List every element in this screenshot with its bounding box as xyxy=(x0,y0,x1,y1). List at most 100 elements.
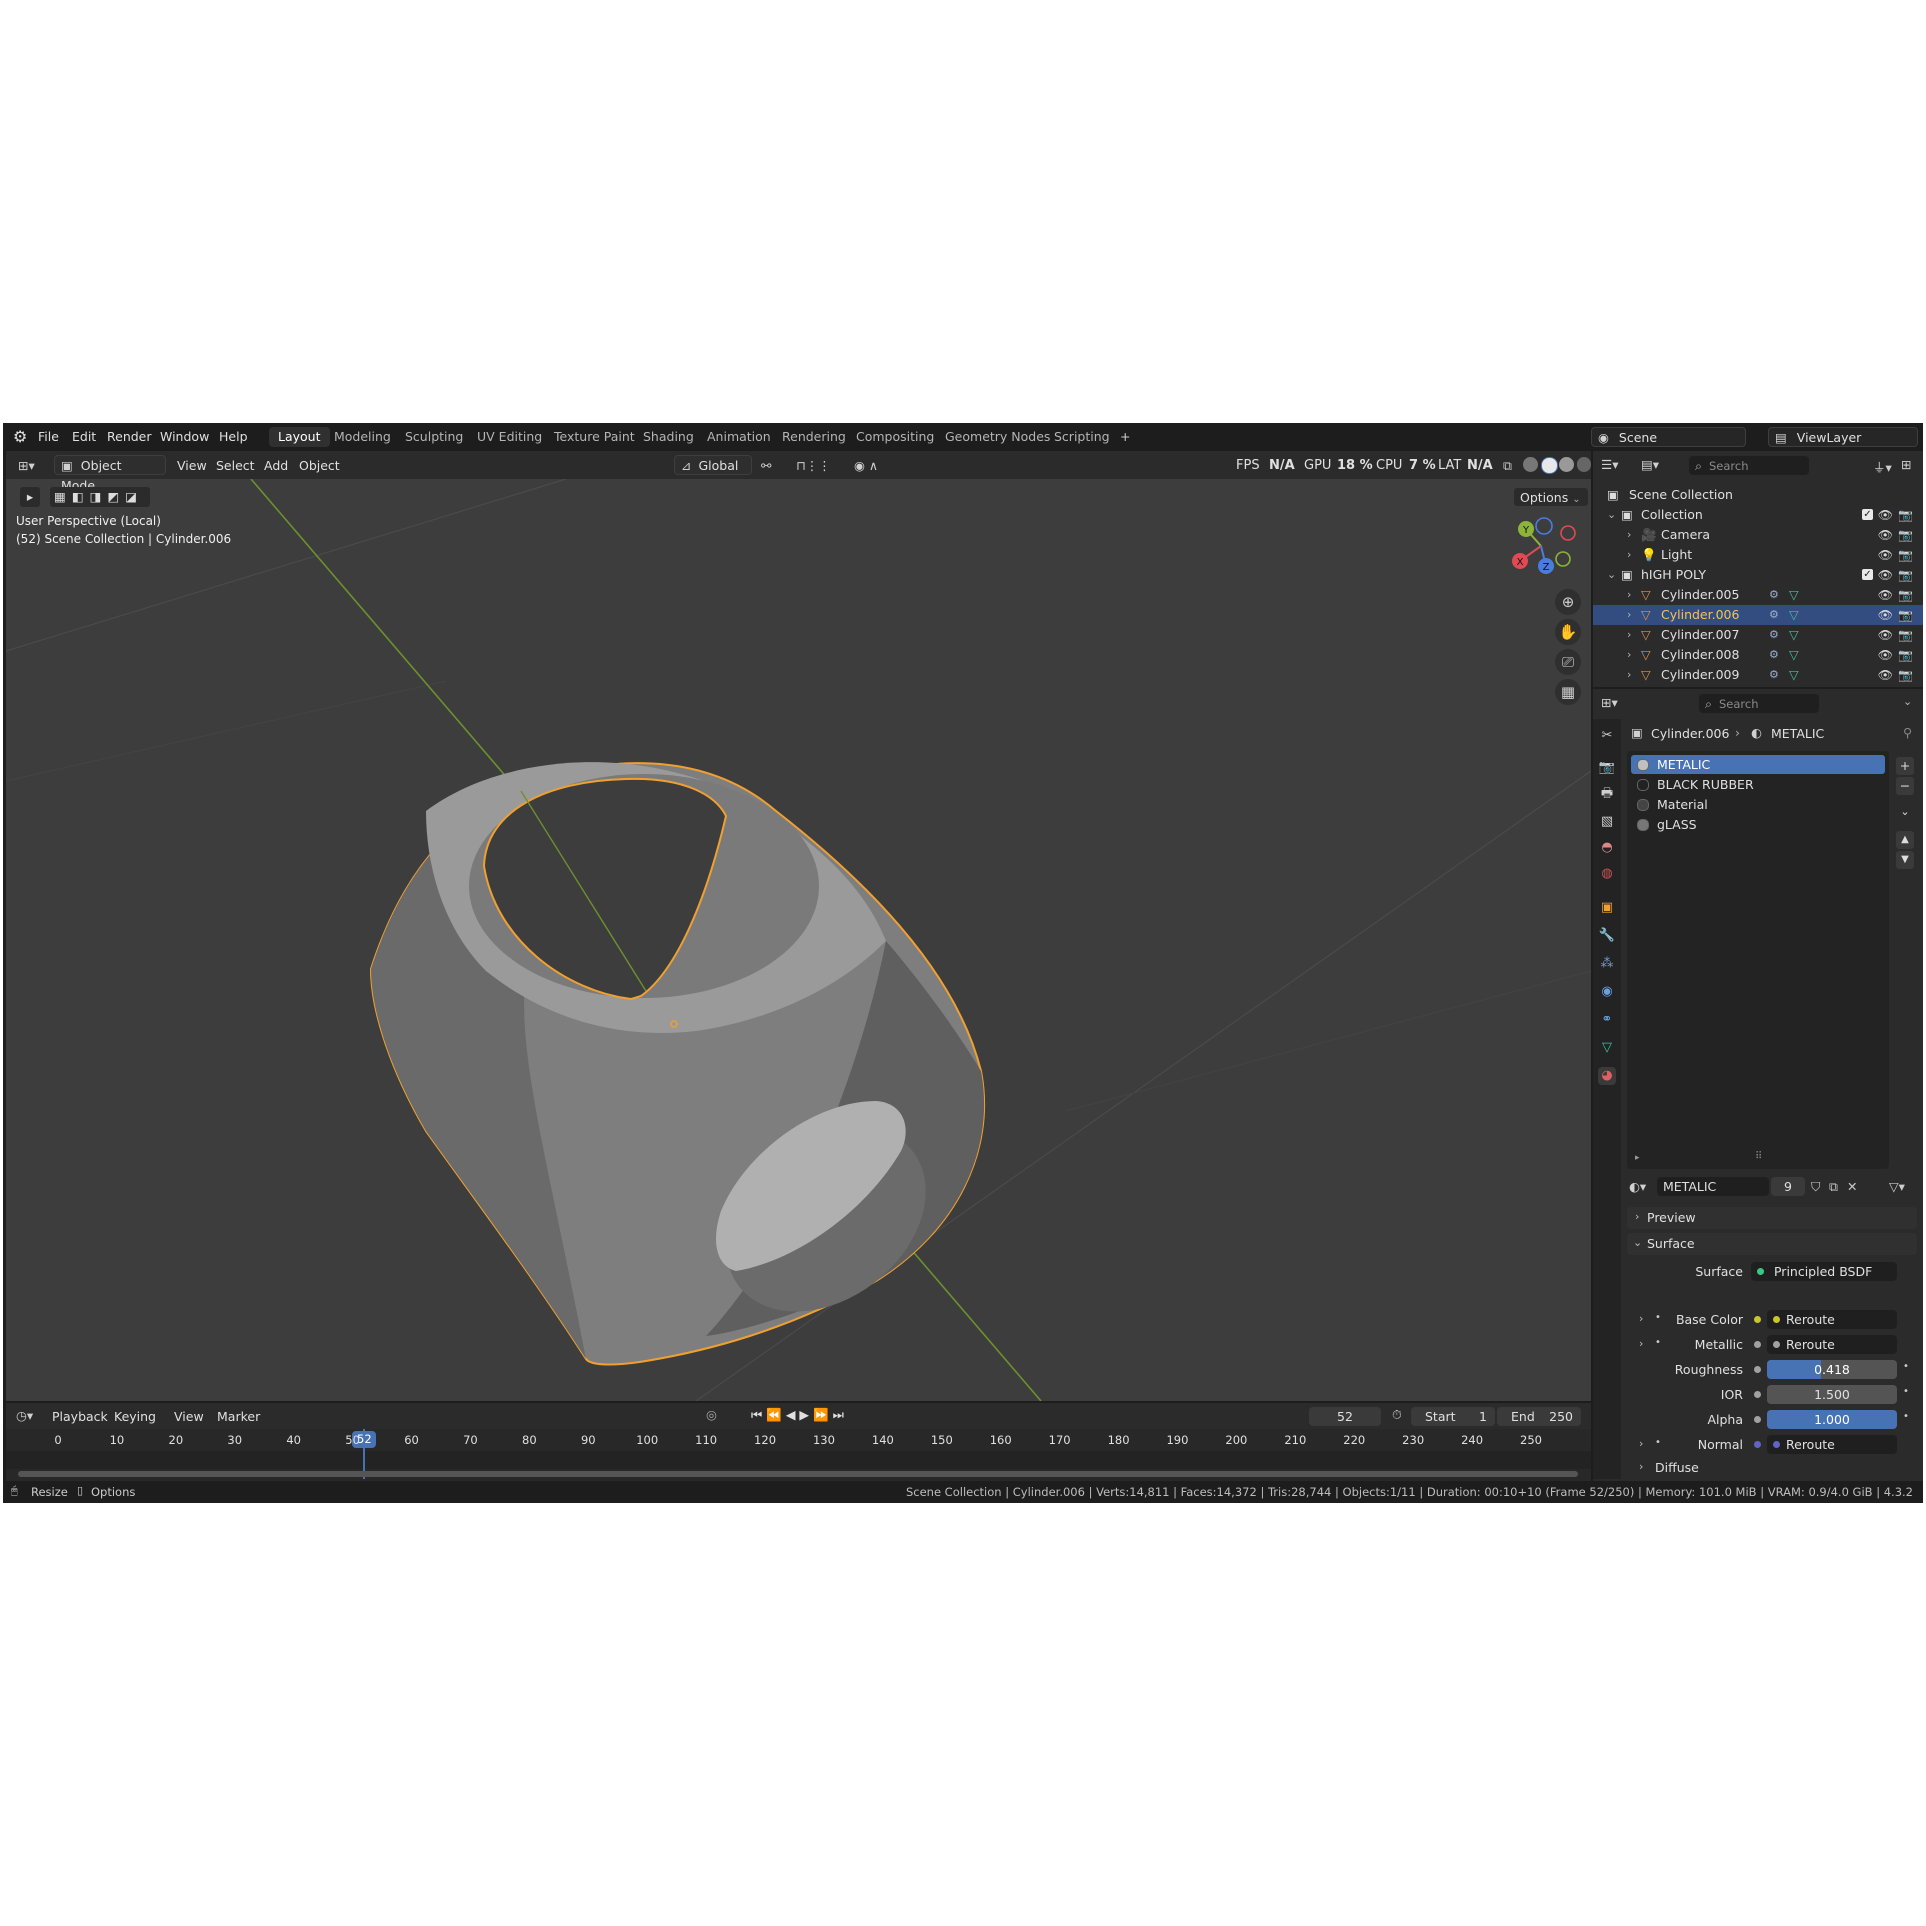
playback-controls-icons[interactable]: ⏮⏪◀▶⏩⏭ xyxy=(751,1407,848,1423)
menu-timeline-view[interactable]: View xyxy=(174,1409,204,1424)
start-frame-field[interactable]: Start 1 xyxy=(1411,1407,1495,1426)
tab-compositing[interactable]: Compositing xyxy=(847,427,943,447)
render-visibility-icon[interactable]: 📷 xyxy=(1898,625,1913,645)
render-visibility-icon[interactable]: 📷 xyxy=(1898,645,1913,665)
menu-add[interactable]: Add xyxy=(264,458,288,473)
tab-animation[interactable]: Animation xyxy=(698,427,780,447)
properties-search-input[interactable]: ⌕ Search xyxy=(1699,694,1819,713)
material-slot[interactable]: BLACK RUBBER xyxy=(1631,775,1885,794)
chevron-right-icon[interactable]: › xyxy=(1627,605,1631,625)
outliner-row-cylinder-008[interactable]: › ▽ Cylinder.008 ⚙ ▽ 👁 📷 xyxy=(1593,645,1923,665)
expand-arrow-icon[interactable]: ▸ xyxy=(1635,1153,1640,1163)
exclude-checkbox[interactable]: ✓ xyxy=(1862,509,1873,520)
menu-view[interactable]: View xyxy=(177,458,207,473)
outliner-row-cylinder-006[interactable]: › ▽ Cylinder.006 ⚙ ▽ 👁 📷 xyxy=(1593,605,1923,625)
3d-viewport[interactable]: ⊞▾ ▣ Object Mode ⌄ View Select Add Objec… xyxy=(6,451,1591,1401)
timeline-scrollbar[interactable] xyxy=(18,1471,1578,1477)
menu-playback[interactable]: Playback xyxy=(52,1409,108,1424)
tab-rendering[interactable]: Rendering xyxy=(773,427,855,447)
input-socket-icon[interactable] xyxy=(1754,1441,1761,1448)
keyframe-dot-icon[interactable]: • xyxy=(1903,1361,1909,1372)
chevron-right-icon[interactable]: › xyxy=(1627,585,1631,605)
keyframe-dot-icon[interactable]: • xyxy=(1903,1386,1909,1397)
preview-panel-header[interactable]: › Preview xyxy=(1627,1207,1917,1229)
current-frame-field[interactable]: 52 xyxy=(1309,1407,1381,1426)
outliner-row-high-poly[interactable]: ⌄ ▣ hIGH POLY ✓ 👁 📷 xyxy=(1593,565,1923,585)
ortho-grid-icon[interactable]: ▦ xyxy=(1555,679,1581,705)
modifier-tab-icon[interactable]: 🔧 xyxy=(1598,927,1616,945)
mesh-data-icon[interactable]: ▽ xyxy=(1789,665,1799,685)
menu-render[interactable]: Render xyxy=(107,429,152,444)
menu-select[interactable]: Select xyxy=(216,458,255,473)
mesh-data-icon[interactable]: ▽ xyxy=(1789,625,1799,645)
particles-tab-icon[interactable]: ⁂ xyxy=(1598,955,1616,973)
render-visibility-icon[interactable]: 📷 xyxy=(1898,665,1913,685)
pivot-icon[interactable]: ⚯ xyxy=(761,458,771,473)
viewlayer-selector[interactable]: ▤ ViewLayer xyxy=(1768,427,1918,447)
input-value-field[interactable]: Reroute xyxy=(1767,1335,1897,1354)
selection-mode-icons[interactable]: ▦◧◨◩◪ xyxy=(50,487,150,507)
tab-texture-paint[interactable]: Texture Paint xyxy=(545,427,644,447)
tab-modeling[interactable]: Modeling xyxy=(325,427,400,447)
object-mode-dropdown[interactable]: ▣ Object Mode ⌄ xyxy=(54,455,166,493)
navigation-gizmo[interactable]: Y X Z xyxy=(1506,511,1576,581)
exclude-checkbox[interactable]: ✓ xyxy=(1862,569,1873,580)
wireframe-shading-icon[interactable] xyxy=(1523,457,1538,472)
input-value-field[interactable]: 1.500 xyxy=(1767,1385,1897,1404)
material-slot[interactable]: METALIC xyxy=(1631,755,1885,774)
unlink-icon[interactable]: ✕ xyxy=(1847,1179,1857,1194)
material-tab-icon[interactable]: ◕ xyxy=(1598,1067,1616,1085)
tab-scripting[interactable]: Scripting xyxy=(1045,427,1119,447)
menu-help[interactable]: Help xyxy=(219,429,248,444)
chevron-down-icon[interactable]: ⌄ xyxy=(1903,695,1912,708)
render-visibility-icon[interactable]: 📷 xyxy=(1898,585,1913,605)
blender-logo-icon[interactable]: ⚙ xyxy=(13,427,27,446)
constraints-tab-icon[interactable]: ⚭ xyxy=(1598,1011,1616,1029)
eye-icon[interactable]: 👁 xyxy=(1878,585,1893,605)
input-value-field[interactable]: Reroute xyxy=(1767,1310,1897,1329)
mesh-data-icon[interactable]: ▽ xyxy=(1789,585,1799,605)
add-slot-icon[interactable]: + xyxy=(1896,757,1914,775)
data-tab-icon[interactable]: ▽ xyxy=(1598,1039,1616,1057)
modifier-icon[interactable]: ⚙ xyxy=(1769,645,1779,665)
slot-specials-icon[interactable]: ⌄ xyxy=(1896,803,1914,821)
input-socket-icon[interactable] xyxy=(1754,1366,1761,1373)
eye-icon[interactable]: 👁 xyxy=(1878,565,1893,585)
xray-icon[interactable]: ⧉ xyxy=(1503,458,1512,474)
outliner-root-row[interactable]: ▣ Scene Collection xyxy=(1593,485,1923,505)
chevron-right-icon[interactable]: › xyxy=(1627,645,1631,665)
tab-shading[interactable]: Shading xyxy=(634,427,703,447)
timeline-editor-icon[interactable]: ◷▾ xyxy=(16,1408,33,1423)
outliner-row-cylinder-009[interactable]: › ▽ Cylinder.009 ⚙ ▽ 👁 📷 xyxy=(1593,665,1923,685)
material-browse-icon[interactable]: ◐▾ xyxy=(1629,1179,1646,1194)
input-value-field[interactable]: 0.418 xyxy=(1767,1360,1897,1379)
clock-icon[interactable]: ⏱ xyxy=(1392,1407,1402,1423)
transform-orientation-dropdown[interactable]: ⊿ Global xyxy=(674,455,752,475)
end-frame-field[interactable]: End 250 xyxy=(1497,1407,1581,1426)
mesh-data-icon[interactable]: ▽ xyxy=(1789,605,1799,625)
duplicate-icon[interactable]: ⧉ xyxy=(1829,1179,1838,1195)
physics-tab-icon[interactable]: ◉ xyxy=(1598,983,1616,1001)
render-tab-icon[interactable]: 📷 xyxy=(1598,759,1616,777)
view-layer-tab-icon[interactable]: ▧ xyxy=(1598,813,1616,831)
menu-marker[interactable]: Marker xyxy=(217,1409,260,1424)
eye-icon[interactable]: 👁 xyxy=(1878,605,1893,625)
eye-icon[interactable]: 👁 xyxy=(1878,625,1893,645)
viewport-scene[interactable] xyxy=(6,451,1591,1401)
tool-tab-icon[interactable]: ✂ xyxy=(1598,727,1616,745)
display-mode-icon[interactable]: ▤▾ xyxy=(1641,457,1659,472)
render-visibility-icon[interactable]: 📷 xyxy=(1898,605,1913,625)
tab-geometry-nodes[interactable]: Geometry Nodes xyxy=(936,427,1059,447)
menu-object[interactable]: Object xyxy=(299,458,340,473)
rendered-shading-icon[interactable] xyxy=(1577,457,1591,472)
proportional-edit-icon[interactable]: ◉ ∧ xyxy=(854,458,878,473)
output-tab-icon[interactable]: 🖶 xyxy=(1598,785,1616,803)
scene-tab-icon[interactable]: ◓ xyxy=(1598,839,1616,857)
input-socket-icon[interactable] xyxy=(1754,1391,1761,1398)
resize-handle-icon[interactable]: ⠿ xyxy=(1755,1151,1762,1162)
tab-layout[interactable]: Layout xyxy=(269,427,330,447)
solid-shading-icon[interactable] xyxy=(1541,457,1558,474)
input-value-field[interactable]: Reroute xyxy=(1767,1435,1897,1454)
keyframe-dot-icon[interactable]: • xyxy=(1903,1411,1909,1422)
world-tab-icon[interactable]: ◍ xyxy=(1598,865,1616,883)
